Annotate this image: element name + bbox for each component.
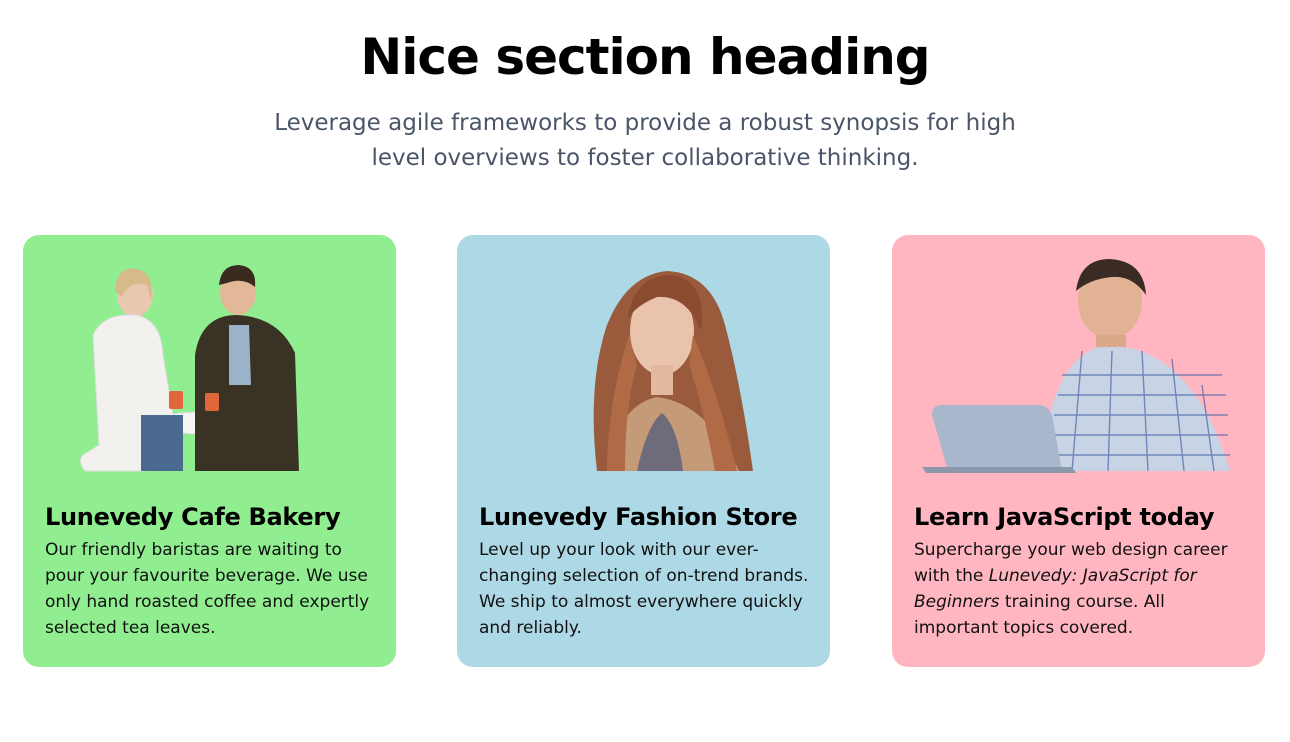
card-javascript-title: Learn JavaScript today xyxy=(914,503,1215,531)
card-fashion-body: Lunevedy Fashion Store Level up your loo… xyxy=(479,501,811,641)
card-cafe-title: Lunevedy Cafe Bakery xyxy=(45,503,341,531)
section-heading: Nice section heading xyxy=(360,28,930,86)
people-coffee-illustration xyxy=(79,265,299,472)
card-cafe-body: Lunevedy Cafe Bakery Our friendly barist… xyxy=(45,501,377,641)
card-fashion-image xyxy=(457,235,830,487)
section-subtext: Leverage agile frameworks to provide a r… xyxy=(274,110,1016,171)
card-cafe-image xyxy=(23,235,396,487)
man-laptop-illustration xyxy=(922,259,1230,473)
card-javascript[interactable]: Learn JavaScript today Supercharge your … xyxy=(892,235,1265,667)
card-javascript-text: Supercharge your web design career with … xyxy=(914,537,1246,641)
card-fashion-text: Level up your look with our ever-changin… xyxy=(479,540,809,638)
card-cafe-text: Our friendly baristas are waiting to pou… xyxy=(45,540,370,638)
card-cafe[interactable]: Lunevedy Cafe Bakery Our friendly barist… xyxy=(23,235,396,667)
card-fashion[interactable]: Lunevedy Fashion Store Level up your loo… xyxy=(457,235,830,667)
woman-portrait-illustration xyxy=(593,271,753,471)
card-javascript-image xyxy=(892,235,1265,487)
features-section: Nice section heading Leverage agile fram… xyxy=(0,0,1290,742)
card-javascript-body: Learn JavaScript today Supercharge your … xyxy=(914,501,1246,641)
card-fashion-title: Lunevedy Fashion Store xyxy=(479,503,798,531)
